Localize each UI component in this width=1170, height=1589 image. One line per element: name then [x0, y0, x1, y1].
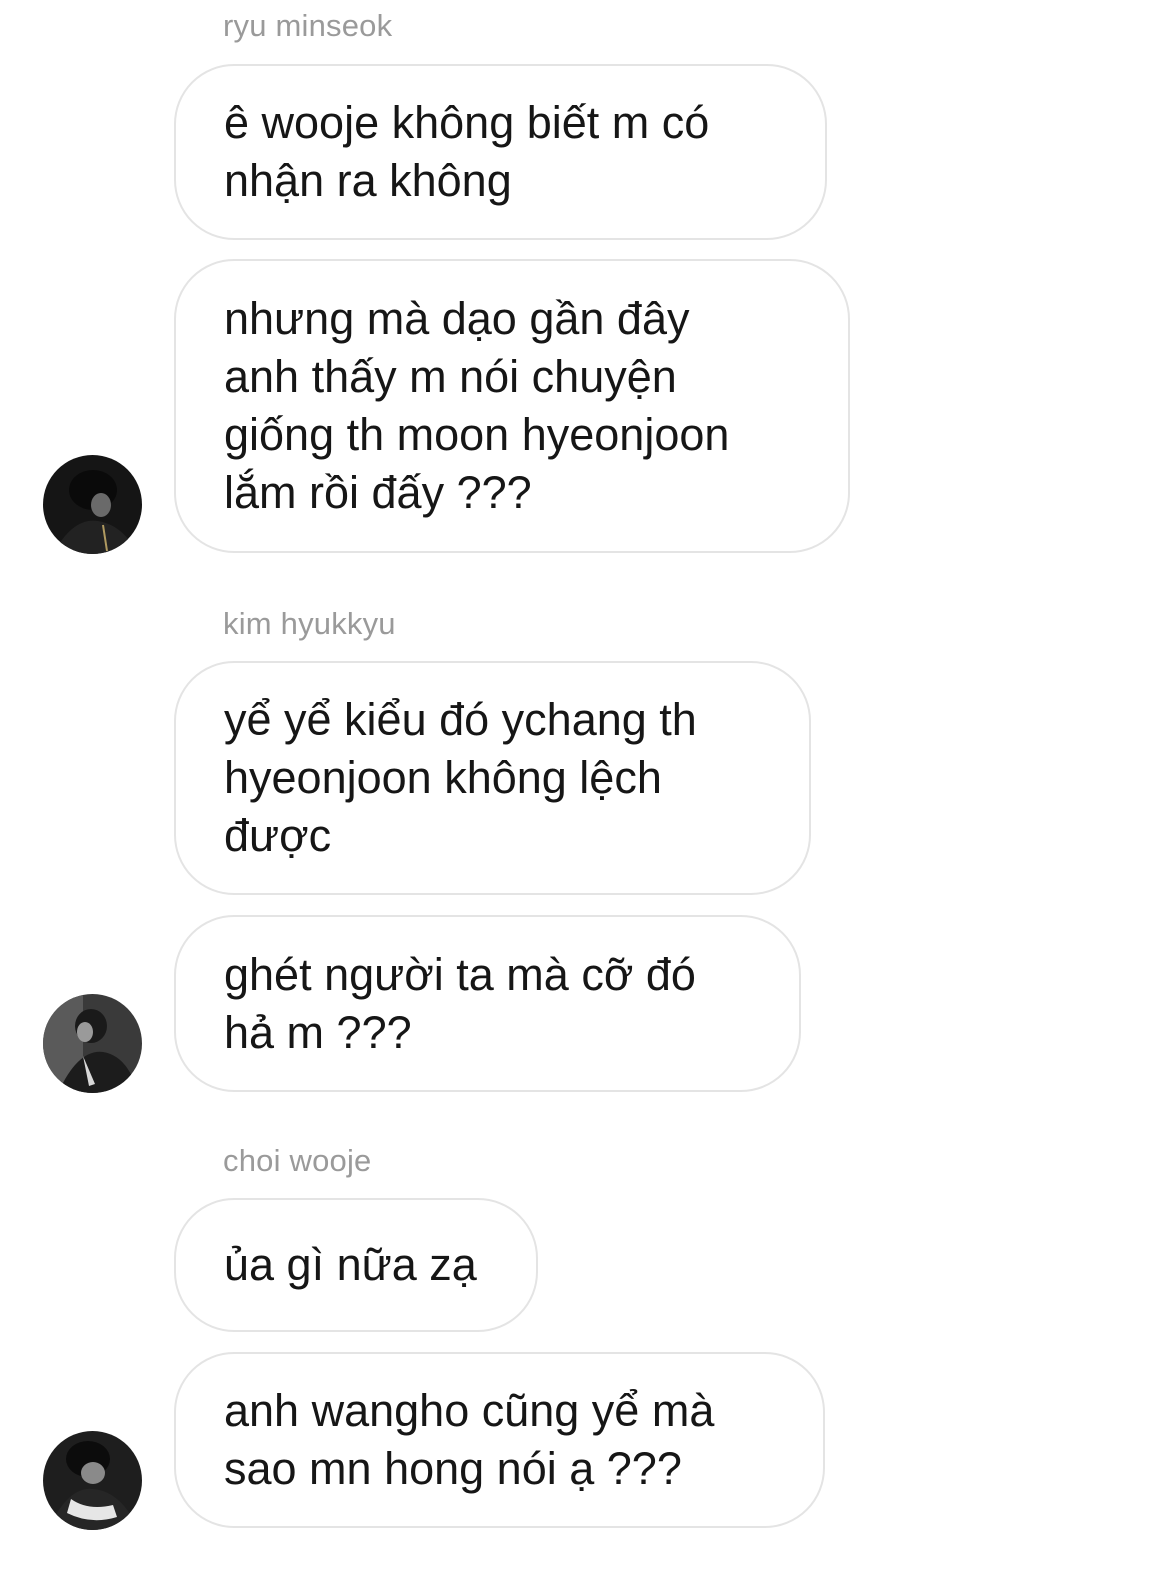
message-text: yể yể kiểu đó ychang th hyeonjoon không …	[224, 694, 697, 861]
sender-name: ryu minseok	[223, 8, 393, 43]
message-bubble[interactable]: ghét người ta mà cỡ đó hả m ???	[174, 915, 801, 1092]
message-text: ê wooje không biết m có nhận ra không	[224, 97, 710, 206]
message-bubble[interactable]: ủa gì nữa zạ	[174, 1198, 538, 1332]
message-bubble[interactable]: anh wangho cũng yể mà sao mn hong nói ạ …	[174, 1352, 825, 1528]
user-avatar-icon[interactable]	[43, 1431, 142, 1530]
message-text: ghét người ta mà cỡ đó hả m ???	[224, 948, 696, 1058]
user-avatar-icon[interactable]	[43, 455, 142, 554]
message-bubble[interactable]: ê wooje không biết m có nhận ra không	[174, 64, 827, 240]
message-text: anh wangho cũng yể mà sao mn hong nói ạ …	[224, 1385, 715, 1494]
sender-name: kim hyukkyu	[223, 606, 396, 641]
user-avatar-icon[interactable]	[43, 994, 142, 1093]
message-text: nhưng mà dạo gần đây anh thấy m nói chuy…	[224, 293, 730, 518]
message-bubble[interactable]: nhưng mà dạo gần đây anh thấy m nói chuy…	[174, 259, 850, 553]
message-text: ủa gì nữa zạ	[224, 1239, 477, 1290]
message-bubble[interactable]: yể yể kiểu đó ychang th hyeonjoon không …	[174, 661, 811, 895]
sender-name: choi wooje	[223, 1143, 372, 1178]
